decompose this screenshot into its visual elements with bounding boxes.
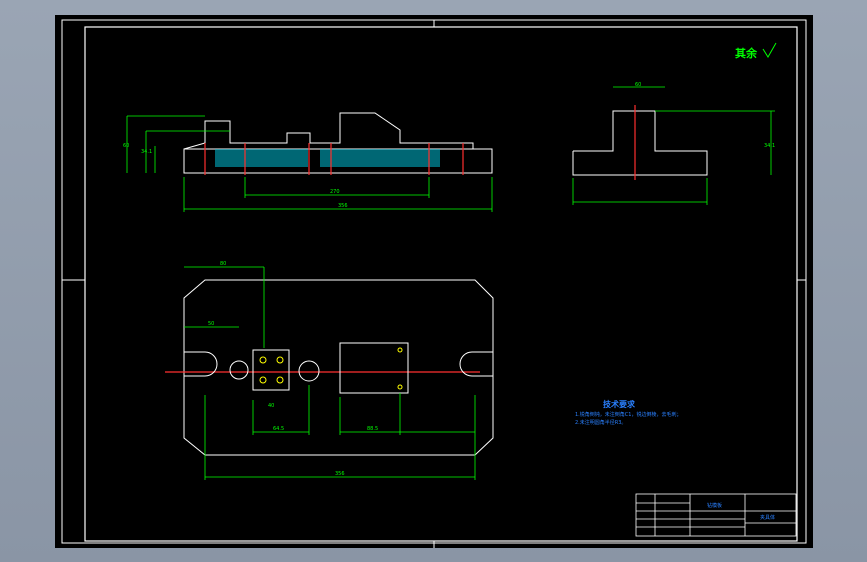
side-width: 60 (635, 82, 641, 88)
plan-offset-5: 40 (268, 403, 274, 409)
plan-total-length: 356 (335, 471, 345, 477)
plan-offset-2: 50 (208, 321, 214, 327)
plan-offset-1: 80 (220, 261, 226, 267)
front-height: 60 (123, 143, 129, 149)
drawing-canvas: 356 270 60 34.1 60 34.1 80 50 64.5 88.5 … (61, 19, 807, 548)
front-view: 356 270 60 34.1 (123, 112, 493, 212)
tech-req-item-2: 2.未注明圆角半径R3。 (575, 419, 626, 426)
roughness-note: 其余 (735, 46, 758, 60)
cad-viewport: 356 270 60 34.1 60 34.1 80 50 64.5 88.5 … (0, 0, 867, 562)
tech-req-title: 技术要求 (603, 399, 636, 409)
side-view: 60 34.1 (572, 82, 775, 205)
inner-border (84, 26, 798, 542)
centring-marks (62, 20, 806, 548)
plan-offset-3: 64.5 (273, 426, 284, 432)
tech-req-item-1: 1.锐角倒钝，未注倒角C1，锐边倒棱，去毛刺； (575, 411, 681, 418)
front-inner-length: 270 (330, 189, 340, 195)
title-drawing-name: 夹具体 (760, 514, 775, 521)
front-total-length: 356 (338, 203, 348, 209)
side-height: 34.1 (764, 143, 775, 149)
roughness-symbol (762, 42, 777, 58)
front-depth: 34.1 (141, 149, 152, 155)
plan-offset-4: 88.5 (367, 426, 378, 432)
plan-view: 80 50 64.5 88.5 40 356 (165, 261, 494, 480)
outer-frame (61, 19, 807, 544)
drawing-sheet: 356 270 60 34.1 60 34.1 80 50 64.5 88.5 … (55, 15, 813, 548)
title-part-name: 钻模板 (707, 502, 722, 509)
